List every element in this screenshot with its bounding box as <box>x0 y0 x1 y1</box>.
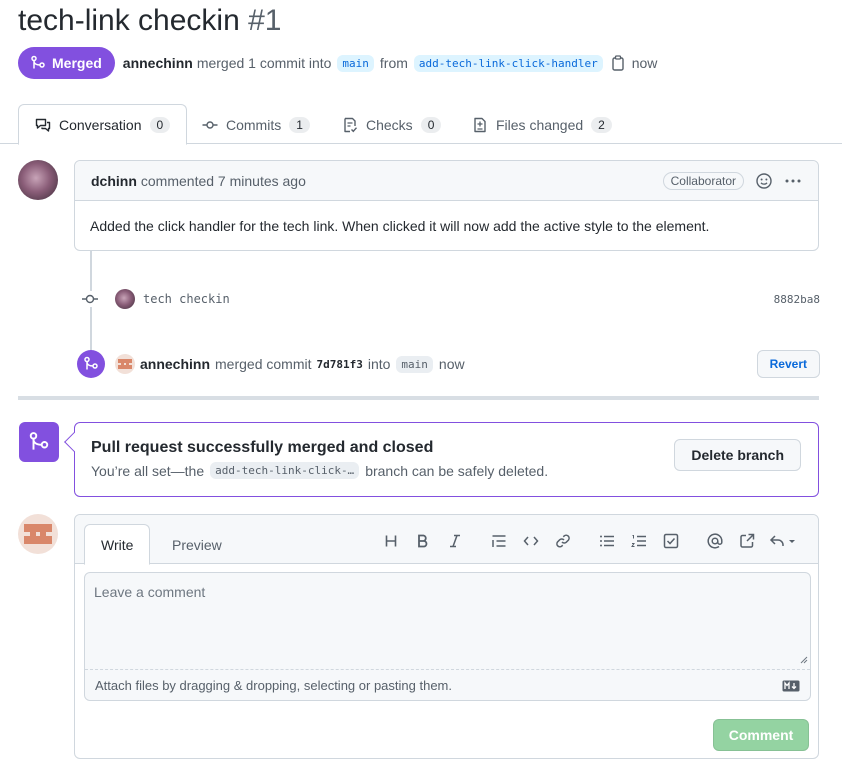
pr-tabs: Conversation 0 Commits 1 Checks 0 Files … <box>0 104 842 145</box>
pr-description-comment: dchinn commented 7 minutes ago Collabora… <box>74 160 819 251</box>
git-commit-icon <box>80 291 100 307</box>
code-icon[interactable] <box>515 529 547 553</box>
merge-event-badge <box>77 350 105 378</box>
base-branch[interactable]: main <box>337 54 374 72</box>
cross-reference-icon[interactable] <box>731 529 763 553</box>
checklist-icon <box>342 117 358 133</box>
preview-tab[interactable]: Preview <box>156 524 238 565</box>
collaborator-badge: Collaborator <box>662 171 744 190</box>
state-label: Merged <box>52 55 102 71</box>
head-branch[interactable]: add-tech-link-click-handler <box>413 54 603 72</box>
pr-number: #1 <box>248 4 282 37</box>
tab-commits[interactable]: Commits 1 <box>186 104 326 145</box>
comment-textarea[interactable]: Leave a comment Attach files by dragging… <box>84 572 811 701</box>
tab-label: Conversation <box>59 116 142 133</box>
commit-author-avatar[interactable] <box>115 289 135 309</box>
comment-discussion-icon <box>35 117 51 133</box>
markdown-icon[interactable] <box>782 680 800 692</box>
saved-replies-icon[interactable] <box>763 529 803 553</box>
merge-event-time[interactable]: now <box>439 356 465 372</box>
heading-icon[interactable] <box>375 529 407 553</box>
smiley-icon[interactable] <box>756 172 772 189</box>
italic-icon[interactable] <box>439 529 471 553</box>
comment-header: dchinn commented 7 minutes ago Collabora… <box>75 161 818 201</box>
delete-branch-button[interactable]: Delete branch <box>674 439 801 471</box>
ordered-list-icon[interactable] <box>623 529 655 553</box>
mention-icon[interactable] <box>699 529 731 553</box>
comment-placeholder: Leave a comment <box>94 584 206 600</box>
tab-files-changed[interactable]: Files changed 2 <box>456 104 628 145</box>
merge-status-text-before: You’re all set—the <box>91 462 205 479</box>
comment-submit-button[interactable]: Comment <box>713 719 809 751</box>
timeline-divider <box>18 396 819 400</box>
tab-count: 2 <box>591 116 612 133</box>
deletable-branch[interactable]: add-tech-link-click-… <box>210 462 360 479</box>
unordered-list-icon[interactable] <box>591 529 623 553</box>
bold-icon[interactable] <box>407 529 439 553</box>
page-title: tech-link checkin #1 <box>18 4 281 38</box>
tab-label: Commits <box>226 116 282 133</box>
tab-label: Checks <box>366 116 413 133</box>
merger-name[interactable]: annechinn <box>140 356 210 372</box>
task-list-icon[interactable] <box>655 529 687 553</box>
merge-status-text-after: branch can be safely deleted. <box>365 462 549 479</box>
merge-event-text: merged commit <box>215 356 312 372</box>
commenter-avatar[interactable] <box>18 160 58 200</box>
comment-author[interactable]: dchinn <box>91 173 137 189</box>
comment-body: Added the click handler for the tech lin… <box>90 218 710 234</box>
new-comment-form: Write Preview Leave a comment Attach fil… <box>74 514 819 759</box>
current-user-avatar[interactable] <box>18 514 58 554</box>
markdown-toolbar <box>375 529 803 553</box>
merged-status-icon <box>19 422 59 462</box>
merge-commit-sha[interactable]: 7d781f3 <box>316 358 362 371</box>
attach-files-area[interactable]: Attach files by dragging & dropping, sel… <box>85 669 810 700</box>
tab-checks[interactable]: Checks 0 <box>326 104 457 145</box>
link-icon[interactable] <box>547 529 579 553</box>
kebab-horizontal-icon[interactable] <box>784 173 802 189</box>
merge-time: now <box>631 55 658 71</box>
tab-count: 0 <box>149 116 171 133</box>
git-merge-icon <box>84 356 98 370</box>
tab-label: Files changed <box>496 116 584 133</box>
commit-message[interactable]: tech checkin <box>143 292 230 306</box>
box-pointer <box>64 432 84 452</box>
into-text: into <box>367 356 391 372</box>
git-commit-icon <box>202 117 218 133</box>
tab-conversation[interactable]: Conversation 0 <box>18 104 188 145</box>
merger-avatar[interactable] <box>115 354 135 374</box>
comment-editor-header: Write Preview <box>75 515 818 565</box>
commit-item: tech checkin 8882ba8 <box>80 288 820 310</box>
tab-count: 0 <box>420 116 442 133</box>
merge-status-box: Pull request successfully merged and clo… <box>64 422 819 497</box>
resize-handle-icon[interactable] <box>800 651 808 667</box>
revert-button[interactable]: Revert <box>756 350 820 378</box>
quote-icon[interactable] <box>483 529 515 553</box>
git-merge-icon <box>31 55 45 69</box>
from-text: from <box>379 55 408 71</box>
tab-count: 1 <box>289 116 310 133</box>
pr-author-link[interactable]: annechinn <box>123 55 193 71</box>
file-diff-icon <box>472 117 488 133</box>
copy-icon[interactable] <box>611 55 625 71</box>
merge-target-branch[interactable]: main <box>396 355 433 373</box>
write-tab[interactable]: Write <box>84 524 151 565</box>
state-badge: Merged <box>18 47 115 79</box>
merge-event: annechinn merged commit 7d781f3 into mai… <box>77 349 820 379</box>
attach-files-text: Attach files by dragging & dropping, sel… <box>95 677 452 693</box>
commit-sha[interactable]: 8882ba8 <box>774 293 820 306</box>
comment-action[interactable]: commented 7 minutes ago <box>141 173 306 189</box>
merge-text: merged 1 commit into <box>196 55 332 71</box>
pr-title: tech-link checkin <box>18 4 240 37</box>
pr-meta: Merged annechinn merged 1 commit into ma… <box>18 47 657 79</box>
git-merge-icon <box>29 432 49 450</box>
